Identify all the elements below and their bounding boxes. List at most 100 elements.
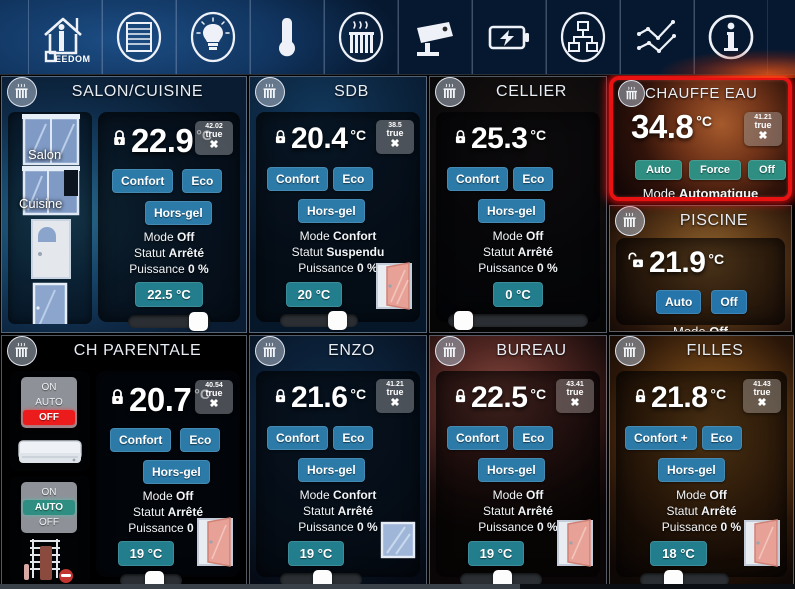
nav-item-lighting[interactable] bbox=[176, 0, 250, 74]
towel-option-on[interactable]: ON bbox=[23, 485, 75, 500]
dashboard-root: EEDOM SALON/CUISINE Salon Cuisine 22.9 4… bbox=[0, 0, 795, 589]
hors-gel-button[interactable]: Hors-gel bbox=[143, 460, 210, 484]
eco-button[interactable]: Eco bbox=[180, 428, 221, 452]
hors-gel-button[interactable]: Hors-gel bbox=[298, 199, 365, 223]
card-chauffe-eau[interactable]: CHAUFFE EAU 34.8 °C 41.21 true ✖ Auto Fo… bbox=[609, 76, 792, 201]
close-icon: ✖ bbox=[209, 138, 219, 151]
puissance-value: 0 % bbox=[720, 520, 742, 534]
setpoint-button[interactable]: 20 °C bbox=[285, 282, 343, 307]
current-temperature: 25.3 bbox=[471, 122, 528, 155]
setpoint-slider[interactable] bbox=[448, 311, 588, 330]
card-bureau[interactable]: BUREAU 22.5 °C 43.41 true ✖ Confort Eco … bbox=[429, 335, 607, 588]
setpoint-slider[interactable] bbox=[128, 312, 210, 331]
nav-item-cameras[interactable] bbox=[398, 0, 472, 74]
auto-button[interactable]: Auto bbox=[635, 160, 683, 180]
setpoint-button[interactable]: 19 °C bbox=[287, 541, 345, 566]
network-icon bbox=[558, 10, 608, 64]
status-badge[interactable]: 42.02 true ✖ bbox=[195, 121, 233, 155]
scrollbar-thumb[interactable] bbox=[0, 584, 520, 589]
card-enzo[interactable]: ENZO 21.6 °C 41.21 true ✖ Confort Eco Ho… bbox=[249, 335, 427, 588]
mode-buttons-row: Confort Eco bbox=[447, 167, 554, 191]
ac-option-off[interactable]: OFF bbox=[23, 410, 75, 425]
nav-item-graphs[interactable] bbox=[620, 0, 694, 74]
auto-button[interactable]: Auto bbox=[656, 290, 702, 314]
ac-option-auto[interactable]: AUTO bbox=[23, 395, 75, 410]
hors-gel-button[interactable]: Hors-gel bbox=[478, 199, 545, 223]
setpoint-button[interactable]: 0 °C bbox=[493, 282, 543, 307]
ac-mode-selector[interactable]: ON AUTO OFF bbox=[21, 377, 77, 428]
statut-value: Arrêté bbox=[517, 504, 554, 518]
hors-gel-button[interactable]: Hors-gel bbox=[298, 458, 365, 482]
eco-button[interactable]: Eco bbox=[513, 167, 554, 191]
statut-line: Statut Arrêté bbox=[436, 245, 600, 261]
nav-item-shutters[interactable] bbox=[102, 0, 176, 74]
off-button[interactable]: Off bbox=[748, 160, 786, 180]
nav-item-network[interactable] bbox=[546, 0, 620, 74]
mode-status-line: Mode Confort bbox=[256, 229, 420, 245]
confort-plus-button[interactable]: Confort + bbox=[625, 426, 697, 450]
setpoint-slider[interactable] bbox=[280, 311, 358, 330]
confort-button[interactable]: Confort bbox=[447, 426, 509, 450]
eco-button[interactable]: Eco bbox=[182, 169, 223, 193]
mode-buttons-row: Auto Force Off bbox=[635, 160, 786, 180]
confort-button[interactable]: Confort bbox=[110, 428, 172, 452]
lock-open-icon bbox=[628, 251, 645, 275]
temperature-readout: 34.8 °C bbox=[631, 110, 712, 143]
horizontal-scrollbar[interactable] bbox=[0, 584, 795, 589]
hors-gel-button[interactable]: Hors-gel bbox=[145, 201, 212, 225]
status-badge[interactable]: 38.5 true ✖ bbox=[376, 120, 414, 154]
mode-buttons-row: Confort Eco bbox=[447, 426, 554, 450]
temperature-unit: °C bbox=[696, 113, 712, 129]
nav-icon-strip: EEDOM bbox=[28, 0, 768, 74]
nav-item-temperature[interactable] bbox=[250, 0, 324, 74]
ac-option-on[interactable]: ON bbox=[23, 380, 75, 395]
card-filles[interactable]: FILLES 21.8 °C 41.43 true ✖ Confort + Ec… bbox=[609, 335, 794, 588]
hors-gel-button[interactable]: Hors-gel bbox=[658, 458, 725, 482]
card-ch-parentale[interactable]: CH PARENTALE ON AUTO OFF ON AUTO OFF 20.… bbox=[1, 335, 247, 588]
nav-item-info[interactable] bbox=[694, 0, 768, 74]
lightbulb-icon bbox=[188, 10, 238, 64]
status-badge[interactable]: 41.43 true ✖ bbox=[743, 379, 781, 413]
status-badge[interactable]: 41.21 true ✖ bbox=[744, 112, 782, 146]
status-badge[interactable]: 41.21 true ✖ bbox=[376, 379, 414, 413]
force-button[interactable]: Force bbox=[689, 160, 742, 180]
card-piscine[interactable]: PISCINE 21.9 °C Auto Off Mode Off bbox=[609, 205, 792, 332]
towel-option-auto[interactable]: AUTO bbox=[23, 500, 75, 515]
temperature-unit: °C bbox=[710, 386, 727, 402]
open-door-icon bbox=[376, 262, 412, 310]
card-salon-cuisine[interactable]: SALON/CUISINE Salon Cuisine 22.9 42.02 t… bbox=[1, 76, 247, 333]
setpoint-button[interactable]: 22.5 °C bbox=[135, 282, 203, 307]
puissance-label: Puissance bbox=[478, 520, 534, 534]
status-badge[interactable]: 40.54 true ✖ bbox=[195, 380, 233, 414]
confort-button[interactable]: Confort bbox=[267, 167, 329, 191]
nav-item-home-jeedom[interactable]: EEDOM bbox=[28, 0, 102, 74]
confort-button[interactable]: Confort bbox=[447, 167, 509, 191]
hors-gel-button[interactable]: Hors-gel bbox=[478, 458, 545, 482]
brand-label: EEDOM bbox=[55, 54, 91, 64]
eco-button[interactable]: Eco bbox=[333, 426, 374, 450]
towel-option-off[interactable]: OFF bbox=[23, 515, 75, 530]
nav-item-energy[interactable] bbox=[472, 0, 546, 74]
eco-button[interactable]: Eco bbox=[333, 167, 374, 191]
eco-button[interactable]: Eco bbox=[513, 426, 554, 450]
mode-label: Mode bbox=[143, 230, 174, 244]
slider-knob[interactable] bbox=[327, 311, 347, 330]
setpoint-button[interactable]: 18 °C bbox=[650, 541, 707, 566]
confort-button[interactable]: Confort bbox=[112, 169, 174, 193]
setpoint-button[interactable]: 19 °C bbox=[117, 541, 175, 566]
card-cellier[interactable]: CELLIER 25.3 °C Confort Eco Hors-gel Mod… bbox=[429, 76, 607, 333]
off-button[interactable]: Off bbox=[711, 290, 747, 314]
close-icon: ✖ bbox=[390, 396, 400, 409]
slider-knob[interactable] bbox=[453, 311, 473, 330]
rolling-shutter-icon bbox=[114, 10, 164, 64]
nav-item-heating[interactable] bbox=[324, 0, 398, 74]
towel-mode-selector[interactable]: ON AUTO OFF bbox=[21, 482, 77, 533]
eco-button[interactable]: Eco bbox=[701, 426, 742, 450]
confort-button[interactable]: Confort bbox=[267, 426, 329, 450]
status-badge[interactable]: 43.41 true ✖ bbox=[556, 379, 594, 413]
mode-value: Automatique bbox=[678, 186, 759, 201]
radiator-icon bbox=[618, 80, 645, 107]
setpoint-button[interactable]: 19 °C bbox=[467, 541, 525, 566]
slider-knob[interactable] bbox=[188, 312, 208, 331]
card-sdb[interactable]: SDB 20.4 °C 38.5 true ✖ Confort Eco Hors… bbox=[249, 76, 427, 333]
